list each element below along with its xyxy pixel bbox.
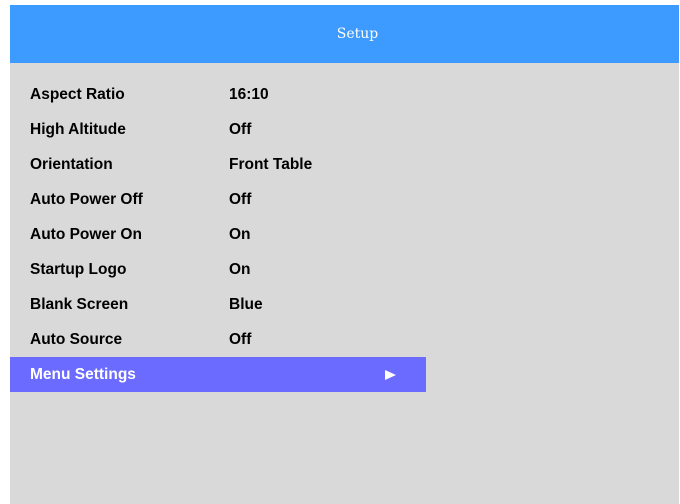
- menu-item-auto-source[interactable]: Auto Source Off: [10, 322, 426, 357]
- submenu-arrow-icon: [385, 370, 396, 380]
- menu-item-value: Off: [229, 121, 252, 138]
- menu-item-startup-logo[interactable]: Startup Logo On: [10, 252, 426, 287]
- menu-item-value: Blue: [229, 296, 263, 313]
- menu-item-label: High Altitude: [30, 121, 126, 138]
- setup-menu-panel: Setup Aspect Ratio 16:10 High Altitude O…: [10, 5, 679, 504]
- menu-item-label: Auto Power Off: [30, 191, 143, 208]
- menu-item-label: Orientation: [30, 156, 113, 173]
- menu-title: Setup: [336, 26, 379, 42]
- menu-item-value: Off: [229, 191, 252, 208]
- menu-item-label: Auto Source: [30, 331, 123, 348]
- menu-item-label: Startup Logo: [30, 261, 127, 278]
- menu-item-orientation[interactable]: Orientation Front Table: [10, 147, 426, 182]
- menu-item-auto-power-on[interactable]: Auto Power On On: [10, 217, 426, 252]
- menu-item-value: Front Table: [229, 156, 313, 173]
- menu-item-label: Menu Settings: [30, 366, 136, 383]
- menu-item-high-altitude[interactable]: High Altitude Off: [10, 112, 426, 147]
- menu-item-label: Aspect Ratio: [30, 86, 125, 103]
- menu-item-label: Auto Power On: [30, 226, 142, 243]
- menu-item-blank-screen[interactable]: Blank Screen Blue: [10, 287, 426, 322]
- menu-item-value: On: [229, 261, 251, 278]
- menu-item-menu-settings[interactable]: Menu Settings: [10, 357, 426, 392]
- settings-list: Aspect Ratio 16:10 High Altitude Off Ori…: [10, 77, 679, 392]
- menu-header: Setup: [10, 5, 679, 63]
- menu-item-value: On: [229, 226, 251, 243]
- menu-item-auto-power-off[interactable]: Auto Power Off Off: [10, 182, 426, 217]
- menu-item-label: Blank Screen: [30, 296, 129, 313]
- menu-item-value: 16:10: [229, 86, 269, 103]
- menu-item-aspect-ratio[interactable]: Aspect Ratio 16:10: [10, 77, 426, 112]
- menu-item-value: Off: [229, 331, 252, 348]
